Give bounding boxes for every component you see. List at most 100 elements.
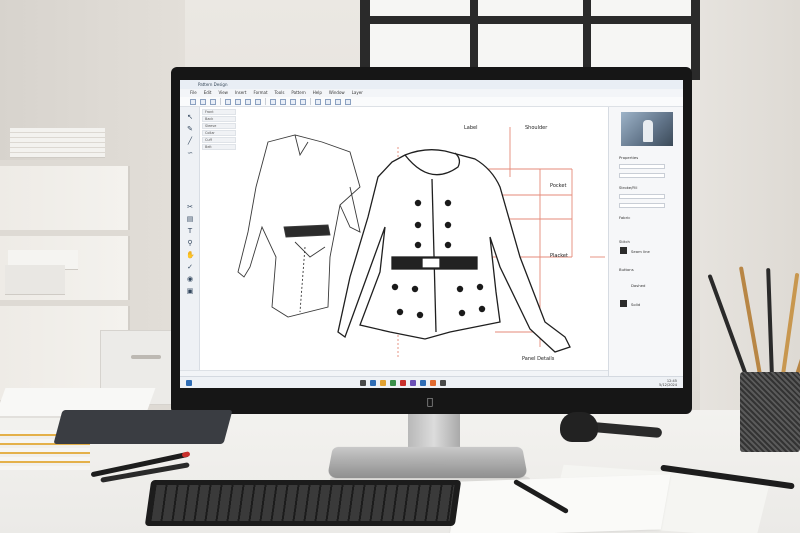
toolbar-separator bbox=[220, 98, 221, 105]
text-icon[interactable] bbox=[300, 98, 306, 105]
menu-bar: File Edit View Insert Format Tools Patte… bbox=[180, 89, 683, 97]
app-icon[interactable] bbox=[370, 380, 376, 386]
button bbox=[416, 311, 424, 319]
app-icon[interactable] bbox=[410, 380, 416, 386]
app-icon[interactable] bbox=[380, 380, 386, 386]
fashion-sketch: Label Shoulder Pocket Placket Panel Deta… bbox=[237, 125, 605, 362]
preview-thumbnail bbox=[621, 112, 673, 146]
menu-item[interactable]: File bbox=[190, 89, 197, 97]
start-icon[interactable] bbox=[186, 380, 192, 386]
paper-stack bbox=[5, 265, 65, 295]
menu-item[interactable]: Edit bbox=[204, 89, 212, 97]
eraser-icon[interactable]: ▣ bbox=[186, 287, 194, 295]
front-sketch bbox=[237, 134, 361, 318]
annotation-placket: Placket bbox=[550, 253, 568, 259]
property-field[interactable] bbox=[619, 173, 665, 178]
text-icon[interactable]: T bbox=[186, 227, 194, 235]
property-field[interactable] bbox=[619, 194, 665, 199]
belt-buckle bbox=[421, 257, 441, 269]
hand-icon[interactable]: ✋ bbox=[186, 251, 195, 259]
brush-icon[interactable] bbox=[280, 98, 286, 105]
app-icon[interactable] bbox=[400, 380, 406, 386]
layer-item[interactable]: Front bbox=[202, 109, 236, 115]
properties-panel: Properties Stroke/Fill Fabric Stitch Sea… bbox=[608, 107, 683, 388]
section-label: Properties bbox=[619, 155, 639, 160]
layer-item[interactable]: Cuff bbox=[202, 137, 236, 143]
drawing-canvas[interactable]: Label Shoulder Pocket Placket Panel Deta… bbox=[200, 107, 608, 370]
layers-icon[interactable] bbox=[345, 98, 351, 105]
copy-icon[interactable] bbox=[255, 98, 261, 105]
app-icon[interactable] bbox=[360, 380, 366, 386]
shape-icon[interactable] bbox=[290, 98, 296, 105]
menu-item[interactable]: Pattern bbox=[291, 89, 305, 97]
annotation-pocket: Pocket bbox=[550, 183, 566, 189]
menu-item[interactable]: Layer bbox=[352, 89, 363, 97]
tool-palette: ↖ ✎ ╱ ∽ ✂ ▤ T ⚲ ✋ ✓ ◉ ▣ bbox=[180, 107, 200, 370]
button bbox=[444, 221, 452, 229]
color-swatch[interactable] bbox=[620, 247, 627, 254]
menu-item[interactable]: Help bbox=[313, 89, 322, 97]
layer-item[interactable]: Back bbox=[202, 116, 236, 122]
pen-icon[interactable]: ✎ bbox=[186, 125, 194, 133]
menu-item[interactable]: Format bbox=[253, 89, 267, 97]
menu-item[interactable]: Window bbox=[329, 89, 345, 97]
sleeve-right bbox=[339, 186, 361, 233]
curve-icon[interactable]: ∽ bbox=[186, 149, 194, 157]
zoom-in-icon[interactable] bbox=[315, 98, 321, 105]
line-icon[interactable]: ╱ bbox=[186, 137, 194, 145]
layer-item[interactable]: Collar bbox=[202, 130, 236, 136]
section-label: Fabric bbox=[619, 215, 631, 220]
menu-item[interactable]: View bbox=[218, 89, 228, 97]
zoom-out-icon[interactable] bbox=[325, 98, 331, 105]
button bbox=[414, 221, 422, 229]
toolbar bbox=[180, 97, 683, 107]
button bbox=[414, 199, 422, 207]
scissors-icon[interactable]: ✂ bbox=[186, 203, 194, 211]
color-swatch[interactable] bbox=[620, 300, 627, 307]
select-icon[interactable]: ↖ bbox=[186, 113, 194, 121]
button bbox=[476, 283, 484, 291]
button bbox=[391, 283, 399, 291]
button bbox=[414, 241, 422, 249]
fill-icon[interactable]: ◉ bbox=[186, 275, 194, 283]
property-field[interactable] bbox=[619, 164, 665, 169]
app-icon[interactable] bbox=[430, 380, 436, 386]
screen: Pattern Design File Edit View Insert For… bbox=[180, 80, 683, 388]
button bbox=[444, 199, 452, 207]
layer-item[interactable]: Belt bbox=[202, 144, 236, 150]
new-icon[interactable] bbox=[190, 98, 196, 105]
annotation-shoulder: Shoulder bbox=[525, 125, 548, 131]
layer-panel: Front Back Sleeve Collar Cuff Belt bbox=[202, 109, 238, 157]
zoom-icon[interactable]: ⚲ bbox=[186, 239, 194, 247]
open-icon[interactable] bbox=[200, 98, 206, 105]
property-field[interactable] bbox=[619, 203, 665, 208]
fold-line bbox=[294, 241, 326, 258]
apple-logo-icon:  bbox=[424, 397, 436, 409]
mouse bbox=[560, 412, 598, 442]
app-icon[interactable] bbox=[420, 380, 426, 386]
menu-item[interactable]: Tools bbox=[275, 89, 285, 97]
app-icon[interactable] bbox=[390, 380, 396, 386]
ruler-icon[interactable]: ▤ bbox=[186, 215, 194, 223]
eyedropper-icon[interactable]: ✓ bbox=[186, 263, 194, 271]
annotation-panel: Panel Details bbox=[522, 356, 555, 362]
system-tray: 12:45 5/12/2024 bbox=[659, 379, 677, 387]
app-icon[interactable] bbox=[440, 380, 446, 386]
app-titlebar: Pattern Design bbox=[180, 80, 683, 89]
undo-icon[interactable] bbox=[225, 98, 231, 105]
jacket-sketch bbox=[337, 149, 571, 353]
menu-item[interactable]: Insert bbox=[235, 89, 246, 97]
cut-icon[interactable] bbox=[245, 98, 251, 105]
pen-icon[interactable] bbox=[270, 98, 276, 105]
toolbar-separator bbox=[265, 98, 266, 105]
button bbox=[456, 285, 464, 293]
grid-icon[interactable] bbox=[335, 98, 341, 105]
save-icon[interactable] bbox=[210, 98, 216, 105]
layer-item[interactable]: Sleeve bbox=[202, 123, 236, 129]
notebook bbox=[53, 410, 233, 444]
monitor-stand-base bbox=[326, 446, 529, 479]
redo-icon[interactable] bbox=[235, 98, 241, 105]
toolbar-separator bbox=[310, 98, 311, 105]
button bbox=[411, 285, 419, 293]
app-title: Pattern Design bbox=[198, 82, 228, 87]
